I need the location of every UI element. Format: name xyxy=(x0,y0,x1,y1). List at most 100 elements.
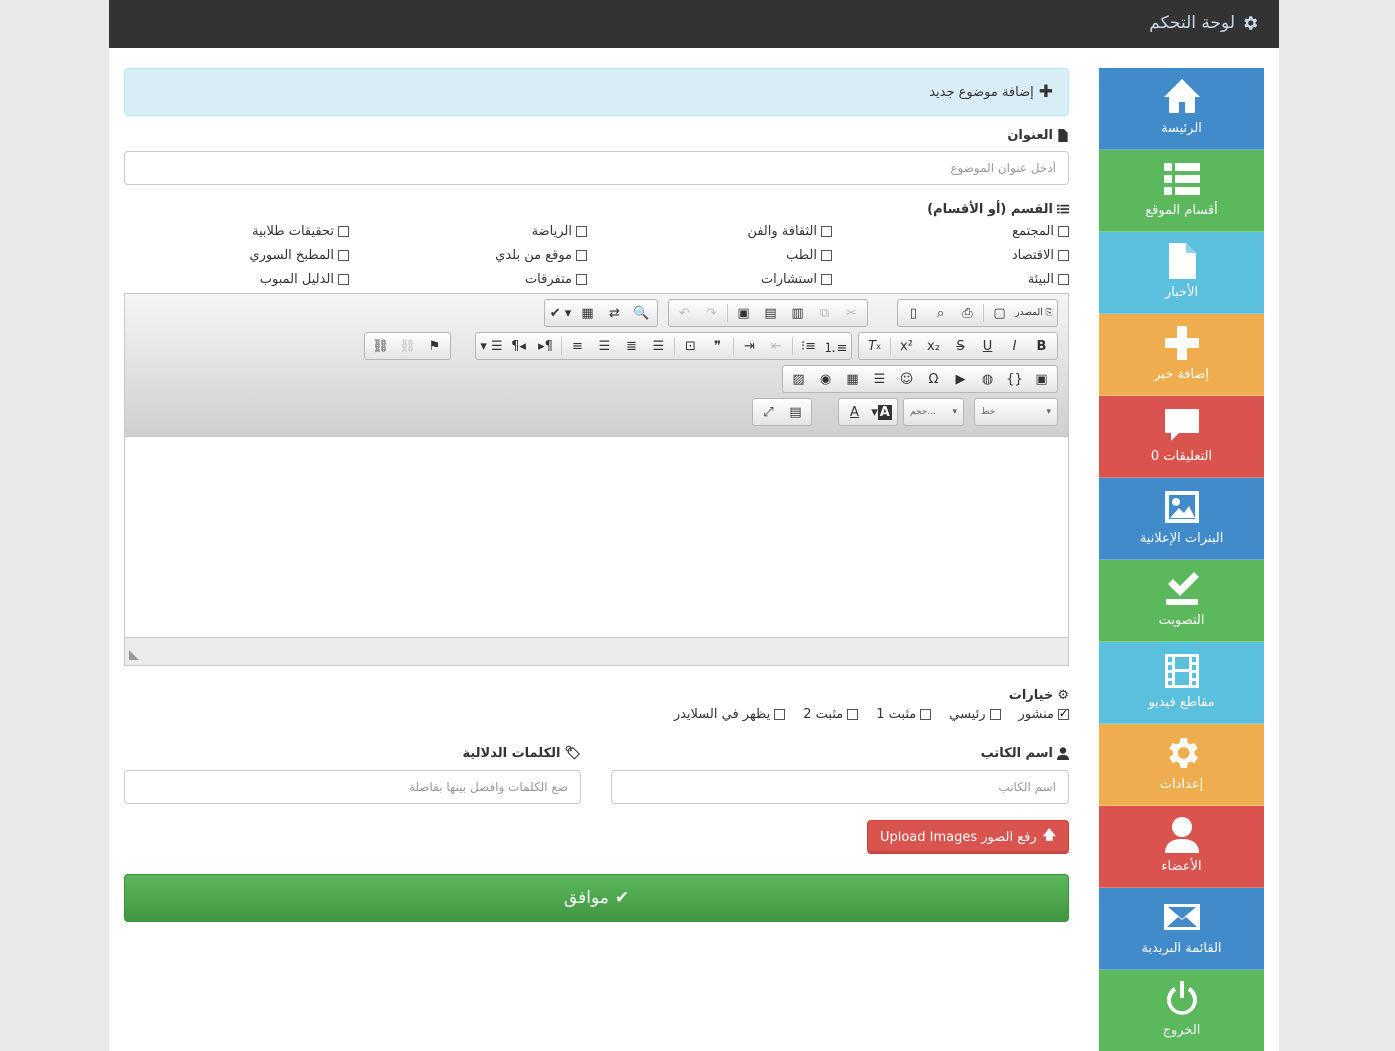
smiley-icon[interactable]: ☺ xyxy=(893,367,920,391)
sidebar-item-add-news[interactable]: إضافة خبر xyxy=(1099,314,1264,396)
unlink-icon[interactable]: ⛓ xyxy=(394,334,421,358)
checkbox[interactable] xyxy=(920,709,932,720)
checkbox[interactable] xyxy=(821,225,832,237)
horizontal-rule-icon[interactable]: ☰ xyxy=(866,367,893,391)
special-char-icon[interactable]: Ω xyxy=(920,367,947,391)
redo-button[interactable]: ↷ xyxy=(698,301,725,325)
category-option[interactable]: الثقافة والفن xyxy=(587,221,832,241)
div-button[interactable]: ⊡ xyxy=(677,334,704,358)
outdent-button[interactable]: ⇤ xyxy=(763,334,790,358)
align-left-button[interactable]: ☰ xyxy=(645,334,672,358)
show-blocks-button[interactable]: ▤ xyxy=(782,400,809,424)
checkbox[interactable] xyxy=(821,273,832,285)
code-snippet-icon[interactable]: {} xyxy=(1001,367,1028,391)
font-family-select[interactable]: خط ▾ xyxy=(974,398,1058,426)
paste-text-button[interactable]: ▤ xyxy=(757,301,784,325)
align-right-button[interactable]: ☰ xyxy=(591,334,618,358)
submit-button[interactable]: ✔ موافق xyxy=(124,874,1069,922)
align-center-button[interactable]: ≣ xyxy=(618,334,645,358)
templates-button[interactable]: ▯ xyxy=(900,301,927,325)
category-option[interactable]: المطبخ السوري xyxy=(124,245,349,265)
ltr-button[interactable]: ▸¶ xyxy=(532,334,559,358)
copy-button[interactable]: ⧉ xyxy=(811,301,838,325)
category-option[interactable]: موقع من بلدي xyxy=(349,245,587,265)
option-published[interactable]: منشور xyxy=(1019,707,1069,722)
category-option[interactable]: الاقتصاد xyxy=(832,245,1069,265)
checkbox[interactable] xyxy=(338,249,349,261)
spellcheck-button[interactable]: ✔ ▾ xyxy=(547,301,574,325)
sidebar-item-news[interactable]: الأخبار xyxy=(1099,232,1264,314)
option-main[interactable]: رئيسي xyxy=(949,707,1001,722)
checkbox[interactable] xyxy=(1058,249,1069,261)
category-option[interactable]: تحقيقات طلابية xyxy=(124,221,349,241)
table-icon[interactable]: ▦ xyxy=(839,367,866,391)
link-icon[interactable]: ⛓ xyxy=(367,334,394,358)
undo-button[interactable]: ↶ xyxy=(671,301,698,325)
title-input[interactable] xyxy=(124,151,1069,185)
superscript-button[interactable]: x² xyxy=(893,334,920,358)
checkbox[interactable] xyxy=(576,225,587,237)
indent-button[interactable]: ⇥ xyxy=(736,334,763,358)
sidebar-item-banners[interactable]: البنرات الإعلانية xyxy=(1099,478,1264,560)
option-pinned-1[interactable]: مثبت 1 xyxy=(876,707,932,722)
numbered-list-button[interactable]: ⒈≡ xyxy=(822,334,849,358)
language-button[interactable]: ▾ ☰ xyxy=(478,334,505,358)
print-button[interactable]: ⎙ xyxy=(954,301,981,325)
checkbox[interactable] xyxy=(1058,225,1069,237)
youtube-icon[interactable]: ▣ xyxy=(1028,367,1055,391)
text-color-button[interactable]: A xyxy=(841,400,868,424)
tags-input[interactable] xyxy=(124,770,581,804)
sidebar-item-home[interactable]: الرئيسة xyxy=(1099,68,1264,150)
category-option[interactable]: متفرقات xyxy=(349,269,587,289)
paste-word-button[interactable]: ▣ xyxy=(730,301,757,325)
remove-format-button[interactable]: Tx xyxy=(861,334,888,358)
anchor-icon[interactable]: ⚑ xyxy=(421,334,448,358)
maximize-button[interactable]: ⤢ xyxy=(755,400,782,424)
blockquote-button[interactable]: ❞ xyxy=(704,334,731,358)
sidebar-item-members[interactable]: الأعضاء xyxy=(1099,806,1264,888)
justify-button[interactable]: ≡ xyxy=(564,334,591,358)
checkbox[interactable] xyxy=(338,273,349,285)
replace-button[interactable]: ⇄ xyxy=(601,301,628,325)
sidebar-item-logout[interactable]: الخروج xyxy=(1099,970,1264,1051)
paste-button[interactable]: ▥ xyxy=(784,301,811,325)
category-option[interactable]: الطب xyxy=(587,245,832,265)
strike-button[interactable]: S xyxy=(947,334,974,358)
checkbox[interactable] xyxy=(1058,273,1069,285)
find-icon[interactable]: 🔍 xyxy=(628,301,655,325)
sidebar-item-mailing-list[interactable]: القائمة البريدية xyxy=(1099,888,1264,970)
sidebar-item-voting[interactable]: التصويت xyxy=(1099,560,1264,642)
select-all-button[interactable]: ▦ xyxy=(574,301,601,325)
bg-color-button[interactable]: ▾ A xyxy=(868,400,895,424)
checkbox[interactable] xyxy=(774,709,786,720)
image-icon[interactable]: ▨ xyxy=(785,367,812,391)
sidebar-item-sections[interactable]: أقسام الموقع xyxy=(1099,150,1264,232)
category-option[interactable]: استشارات xyxy=(587,269,832,289)
subscript-button[interactable]: x₂ xyxy=(920,334,947,358)
sidebar-item-settings[interactable]: إعدادات xyxy=(1099,724,1264,806)
author-input[interactable] xyxy=(611,770,1069,804)
new-page-button[interactable]: ▢ xyxy=(986,301,1013,325)
category-option[interactable]: الرياضة xyxy=(349,221,587,241)
checkbox[interactable] xyxy=(576,273,587,285)
checkbox[interactable] xyxy=(821,249,832,261)
option-pinned-2[interactable]: مثبت 2 xyxy=(803,707,859,722)
underline-button[interactable]: U xyxy=(974,334,1001,358)
cut-button[interactable]: ✂ xyxy=(838,301,865,325)
sidebar-item-comments[interactable]: التعليقات 0 xyxy=(1099,396,1264,478)
preview-button[interactable]: ⌕ xyxy=(927,301,954,325)
flash-icon[interactable]: ◉ xyxy=(812,367,839,391)
checkbox[interactable] xyxy=(989,709,1001,720)
upload-images-button[interactable]: 🡅 رفع الصور Upload Images xyxy=(866,820,1069,854)
category-option[interactable]: المجتمع xyxy=(832,221,1069,241)
iframe-icon[interactable]: ◍ xyxy=(974,367,1001,391)
checkbox[interactable] xyxy=(338,225,349,237)
resize-handle[interactable] xyxy=(129,650,139,660)
sidebar-item-videos[interactable]: مقاطع فيديو xyxy=(1099,642,1264,724)
checkbox[interactable] xyxy=(847,709,859,720)
italic-button[interactable]: I xyxy=(1001,334,1028,358)
brand[interactable]: لوحة التحكم xyxy=(1149,13,1259,33)
category-option[interactable]: البيئة xyxy=(832,269,1069,289)
category-option[interactable]: الدليل المبوب xyxy=(124,269,349,289)
editor-content-area[interactable] xyxy=(125,436,1068,637)
